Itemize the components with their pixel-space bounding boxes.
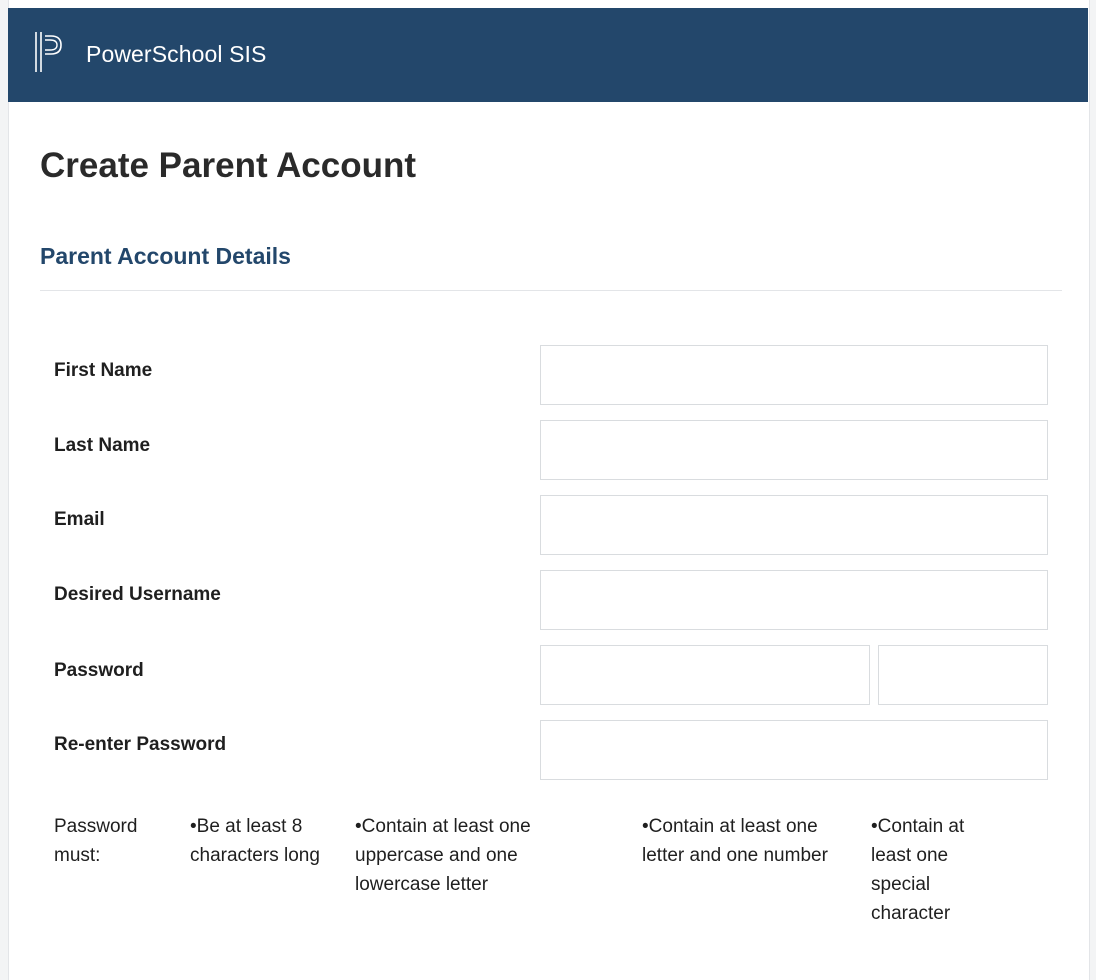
page: PowerSchool SIS Create Parent Account Pa… [0, 0, 1096, 980]
password-rule-letter-number: •Contain at least one letter and one num… [642, 816, 828, 866]
window-frame-left [0, 0, 9, 980]
password-rule-length: •Be at least 8 characters long [190, 816, 320, 866]
last-name-label: Last Name [54, 435, 151, 456]
first-name-label: First Name [54, 360, 153, 381]
section-title: Parent Account Details [40, 243, 291, 269]
powerschool-logo-icon[interactable] [34, 30, 64, 74]
first-name-input[interactable] [540, 345, 1048, 405]
reenter-password-label: Re-enter Password [54, 734, 227, 755]
app-header: PowerSchool SIS [8, 8, 1088, 102]
window-frame-right [1089, 0, 1096, 980]
last-name-input[interactable] [540, 420, 1048, 480]
username-label: Desired Username [54, 584, 221, 605]
username-input[interactable] [540, 570, 1048, 630]
password-rule-case: •Contain at least one uppercase and one … [355, 816, 531, 895]
password-label: Password [54, 660, 144, 681]
reenter-password-input[interactable] [540, 720, 1048, 780]
password-rules-intro: Password must: [54, 816, 138, 866]
app-brand-name[interactable]: PowerSchool SIS [86, 41, 266, 68]
email-label: Email [54, 509, 105, 530]
password-rule-special: •Contain at least one special character [871, 816, 965, 924]
page-title: Create Parent Account [40, 146, 417, 185]
password-input[interactable] [540, 645, 870, 705]
section-divider [40, 290, 1062, 291]
password-strength-indicator [878, 645, 1048, 705]
email-input[interactable] [540, 495, 1048, 555]
